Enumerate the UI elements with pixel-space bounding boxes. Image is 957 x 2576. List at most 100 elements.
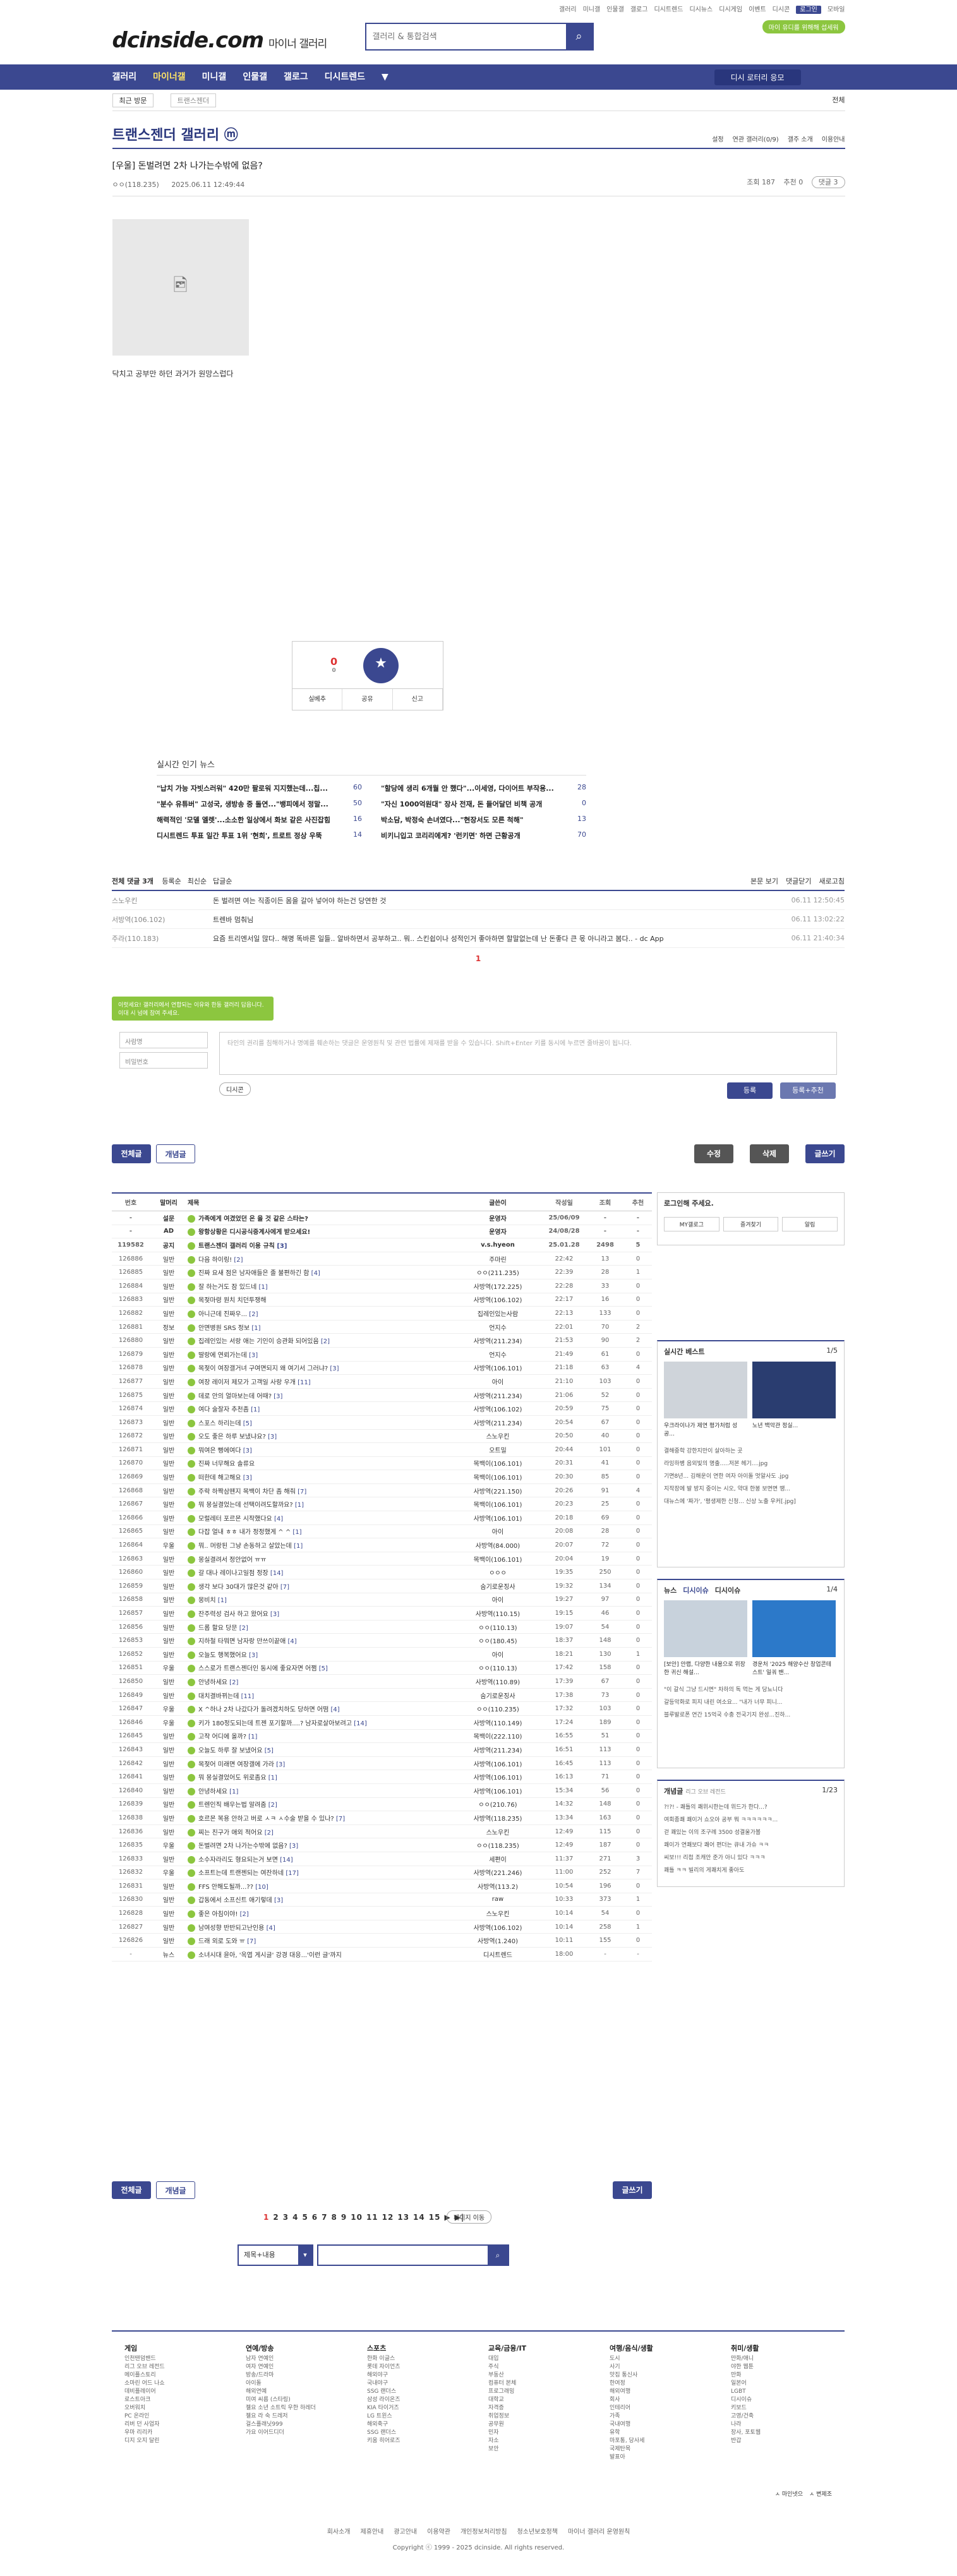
news-tab[interactable]: 디시이슈 [683,1586,708,1595]
table-row[interactable]: 126879 일반 딸랑에 연뢰가는데 [3] 언지수 21:49 61 0 [112,1348,652,1362]
comment-author[interactable]: 주라(110.183) [112,933,213,944]
gallery-option[interactable]: 연관 갤러리(0/9) [733,136,779,143]
page-number[interactable]: 8 [332,2213,337,2222]
post-title[interactable]: 안녕하세요 [2] [188,1677,454,1686]
post-title-text[interactable]: 안면병원 SRS 정보 [198,1325,250,1332]
concept-item[interactable]: 쾌틀 ㅋㅋ 빌리의 게쾌치게 좋아도 [658,1864,844,1877]
footer-link[interactable]: KIA 타이거즈 [367,2404,468,2412]
post-writer[interactable]: 언지수 [454,1350,542,1359]
post-title-text[interactable]: 좋은 아침이야! [198,1911,238,1918]
comment-textarea[interactable]: 타인의 권리를 침해하거나 명예를 훼손하는 댓글은 운영원칙 및 관련 법률에… [219,1032,837,1075]
post-title-text[interactable]: 안녕하세요 [198,1679,227,1686]
bottom-link[interactable]: 개인정보처리방침 [460,2529,507,2536]
footer-column-title[interactable]: 여행/음식/생활 [610,2344,711,2352]
util-link[interactable]: 이벤트 [749,6,766,13]
footer-right-link[interactable]: ㅅ 변제조 [809,2491,832,2498]
post-writer[interactable]: v.s.hyeon [454,1242,542,1249]
comment-count[interactable]: [2] [238,1625,248,1632]
footer-link[interactable]: 부동산 [488,2371,589,2380]
comment-count[interactable]: [2] [319,1338,330,1345]
edit-button[interactable]: 수정 [694,1144,733,1163]
post-writer[interactable]: 사방역(221.150) [454,1486,542,1495]
footer-link[interactable]: 장사, 포토웹 [731,2429,832,2437]
post-writer[interactable]: ㅇㅇ(110.235) [454,1704,542,1713]
post-title-text[interactable]: 스스로가 트랜스젠더인 동시에 좋요자면 어쩜 [198,1665,317,1672]
promo-badge[interactable]: 마이 유디를 위해해 섭세워 [762,20,845,33]
post-writer[interactable]: 집레인있는사람 [454,1309,542,1318]
table-row[interactable]: 126875 일반 데로 안의 얼마보는데 어때? [3] 사방역(211.234) 2… [112,1389,652,1403]
post-writer[interactable]: 숨기로운징사 [454,1581,542,1591]
table-row[interactable]: 126858 일반 몽비치 [1] 아이 19:27 97 0 [112,1593,652,1607]
post-title[interactable]: 찌는 친구가 애외 적어요 [2] [188,1827,454,1836]
footer-link[interactable]: 인천탠덤밴드 [124,2355,226,2363]
gnb-item[interactable]: 디시트렌드 [325,64,365,90]
post-title-text[interactable]: 떠한데 해고해요 [198,1475,241,1482]
post-title-text[interactable]: FFS 안해도될까...?? [198,1884,253,1891]
comment-count[interactable]: [11] [296,1379,311,1386]
post-title-text[interactable]: 데로 안의 얼마보는데 어때? [198,1393,272,1400]
post-title[interactable]: 모럴레터 포르몬 시작했다요 [4] [188,1513,454,1523]
login-box-button[interactable]: 알림 [782,1217,838,1231]
concept-posts-button-bottom[interactable]: 개념글 [156,2181,195,2199]
write-button[interactable]: 글쓰기 [805,1144,845,1163]
table-row[interactable]: 126883 일반 목젖마령 원치 치던투쟁해 사방역(106.102) 22:17 16… [112,1293,652,1307]
post-title[interactable]: 소프트는데 트랜젠되는 여잔하네 [17] [188,1867,454,1878]
bottom-link[interactable]: 제휴안내 [361,2529,384,2536]
post-title-text[interactable]: 소프트는데 트랜젠되는 여잔하네 [198,1870,284,1877]
table-row[interactable]: 126840 일반 안녕하세요 [1] 사방역(106.101) 15:34 56 0 [112,1784,652,1798]
news-side-item[interactable]: 갈등악화로 피지 내린 여소요... "내가 너무 피니... [658,1696,844,1709]
gallery-option[interactable]: 설정 [712,136,723,143]
post-title[interactable]: 트렌인직 배우는법 알려줌 [2] [188,1799,454,1809]
bottom-link[interactable]: 회사소개 [327,2529,351,2536]
post-title-text[interactable]: 호르몬 복용 안하고 버로 ㅅㅋ ㅅ수술 받을 수 있나? [198,1816,334,1823]
column-header[interactable]: 조회 [586,1197,624,1207]
footer-link[interactable]: 우마 리리카 [124,2429,226,2437]
post-title[interactable]: 고작 어디에 올까? [1] [188,1731,454,1741]
comment-count[interactable]: [1] [292,1543,303,1550]
post-title-text[interactable]: 뭐 몽실결었는데 선택이려도할까요? [198,1502,293,1509]
post-title-text[interactable]: 목젖마령 원치 치던투쟁해 [198,1297,267,1304]
news-item[interactable]: "분수 유튜버" 고성국, 생방송 중 돌연..."뱅피에서 정말... 50 [157,799,362,809]
name-field[interactable]: 사람명 [119,1032,208,1048]
all-posts-button-bottom[interactable]: 전체글 [112,2181,151,2199]
post-writer[interactable]: 목백이(106.101) [454,1554,542,1564]
table-row[interactable]: 126846 우울 키가 180정도되는데 트젠 포기할까....? 남자로살아보려… [112,1716,652,1730]
write-button-bottom[interactable]: 글쓰기 [613,2181,652,2199]
comment-count[interactable]: [11] [239,1693,255,1700]
post-writer[interactable]: 아이 [454,1650,542,1659]
all-posts-button[interactable]: 전체글 [112,1144,151,1163]
comment-count[interactable]: [7] [334,1816,345,1823]
comment-count[interactable]: [3] [328,1365,339,1372]
best-item[interactable]: 대뉴스에 '짜가', '평생제한 신청... 신상 노출 우커[.jpg] [658,1495,844,1508]
footer-column-title[interactable]: 교육/금융/IT [488,2344,589,2352]
page-number[interactable]: 2 [273,2213,279,2222]
footer-link[interactable]: 해외축구 [367,2421,468,2429]
footer-link[interactable]: 도시 [610,2355,711,2363]
bottom-link[interactable]: 이용약관 [427,2529,450,2536]
footer-link[interactable]: 일본어 [731,2380,832,2388]
best-item[interactable]: 지작장에 발 방지 중이는 시오, 약대 한봉 보면면 땡... [658,1483,844,1495]
table-row[interactable]: 126878 일반 목젖이 여장갤거녀 구여면되지 왜 여기서 그러냐? [3] 사방… [112,1362,652,1375]
comment-sort[interactable]: 등록순 [162,877,181,885]
post-title-text[interactable]: 몽비치 [198,1597,216,1604]
post-writer[interactable]: 사방역(106.102) [454,1295,542,1304]
footer-link[interactable]: 대학교 [488,2396,589,2404]
post-title-text[interactable]: 트랜스젠더 갤러리 이용 규칙 [198,1243,275,1250]
table-row[interactable]: 126849 일반 대치결바뀌는데 [11] 숨기로운징사 17:38 73 0 [112,1689,652,1703]
post-title[interactable]: 몽비치 [1] [188,1595,454,1605]
footer-link[interactable]: 해외야구 [367,2371,468,2380]
footer-link[interactable]: 취업정보 [488,2412,589,2421]
comment-count[interactable]: [3] [241,1447,252,1454]
table-row[interactable]: 126835 우울 돈벌려면 2차 나가는수밖에 없음? [3] ㅇㅇ(118.235… [112,1838,652,1852]
breadcrumb[interactable]: 트랜스젠더 [170,93,217,107]
footer-link[interactable]: 나라 [731,2421,832,2429]
search-icon[interactable]: ⌕ [488,2246,508,2265]
upvote-button[interactable]: 00 [330,656,337,674]
footer-link[interactable]: 자소 [488,2437,589,2445]
comment-count[interactable]: [2] [267,1802,277,1809]
comment-count[interactable]: [3] [272,1393,282,1400]
footer-link[interactable]: 한여정 [610,2380,711,2388]
post-title[interactable]: 남여성향 반반되고난인용 [4] [188,1922,454,1932]
news-item[interactable]: "자신 1000억원대" 장사 전재, 돈 들어달던 비책 공개 0 [381,799,586,809]
post-title-text[interactable]: 몽실결려서 정안없어 ㅠㅠ [198,1557,267,1564]
